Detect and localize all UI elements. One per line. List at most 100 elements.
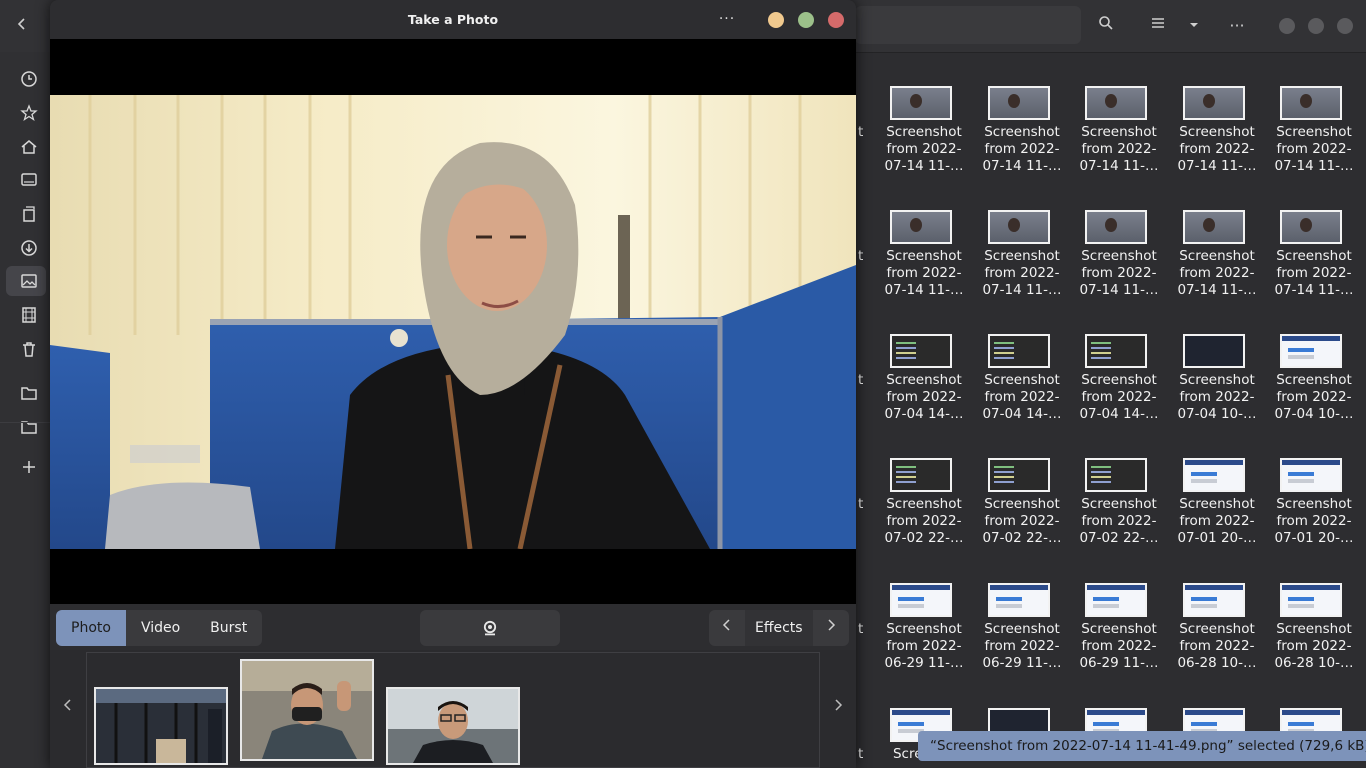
file-item[interactable]: Screenshot from 2022-06-28 10-… bbox=[1266, 557, 1362, 671]
effects-switcher: Effects bbox=[709, 610, 849, 646]
file-item[interactable]: Screenshot from 2022-07-14 11-… bbox=[1266, 60, 1362, 174]
files-close-button[interactable] bbox=[1337, 18, 1353, 34]
file-item[interactable]: Screenshot from 2022-07-14 11-… bbox=[1169, 184, 1265, 298]
sidebar-item[interactable] bbox=[6, 412, 46, 442]
file-item[interactable]: Screenshot from 2022-07-14 11-… bbox=[1071, 60, 1167, 174]
mode-switcher: Photo Video Burst bbox=[56, 610, 263, 646]
file-name: Screenshot from 2022-06-28 10-… bbox=[1177, 621, 1257, 671]
list-view-button[interactable] bbox=[1146, 14, 1170, 38]
file-item[interactable]: Screenshot from 2022-07-14 11-… bbox=[876, 60, 972, 174]
file-item[interactable]: Screenshot from 2022-07-14 11-… bbox=[1071, 184, 1167, 298]
back-button[interactable] bbox=[10, 14, 34, 38]
documents-icon bbox=[23, 206, 35, 222]
view-options-button[interactable] bbox=[1182, 14, 1206, 38]
video-mode-button[interactable]: Video bbox=[126, 610, 195, 646]
file-item[interactable]: Screenshot from 2022-07-14 11-… bbox=[974, 60, 1070, 174]
sidebar-item[interactable] bbox=[6, 199, 46, 229]
file-item[interactable]: Screenshot from 2022-07-14 11-… bbox=[876, 184, 972, 298]
close-button[interactable] bbox=[828, 12, 844, 28]
file-thumbnail bbox=[988, 458, 1050, 492]
file-item[interactable]: Screenshot from 2022-07-04 10-… bbox=[1169, 308, 1265, 422]
file-name: Screenshot from 2022-07-14 11-… bbox=[982, 248, 1062, 298]
file-item[interactable]: Screenshot from 2022-06-29 11-… bbox=[1071, 557, 1167, 671]
file-item[interactable]: Screenshot from 2022-07-02 22-… bbox=[974, 432, 1070, 546]
sidebar-item[interactable] bbox=[6, 300, 46, 330]
file-item[interactable]: Screenshot from 2022-07-04 14-… bbox=[974, 308, 1070, 422]
files-maximize-button[interactable] bbox=[1308, 18, 1324, 34]
camera-preview bbox=[50, 95, 856, 549]
photo-thumbnail-selected[interactable] bbox=[240, 659, 374, 761]
maximize-button[interactable] bbox=[798, 12, 814, 28]
selection-status: “Screenshot from 2022-07-14 11-41-49.png… bbox=[918, 731, 1366, 761]
file-thumbnail bbox=[1183, 458, 1245, 492]
files-minimize-button[interactable] bbox=[1279, 18, 1295, 34]
file-name: Screenshot from 2022-07-14 11-… bbox=[1079, 124, 1159, 174]
photo-thumbnail[interactable] bbox=[386, 687, 520, 765]
sidebar-item[interactable] bbox=[6, 334, 46, 364]
take-photo-button[interactable] bbox=[420, 610, 560, 646]
sidebar-item[interactable] bbox=[6, 165, 46, 195]
sidebar-item[interactable] bbox=[6, 233, 46, 263]
file-item[interactable]: Screenshot from 2022-07-14 11-… bbox=[1266, 184, 1362, 298]
strip-prev-button[interactable] bbox=[58, 696, 78, 720]
file-name: Screenshot from 2022-07-04 14-… bbox=[884, 372, 964, 422]
minimize-button[interactable] bbox=[768, 12, 784, 28]
file-item[interactable]: Screenshot from 2022-06-29 11-… bbox=[876, 557, 972, 671]
file-name: Screenshot from 2022-07-14 11-… bbox=[1274, 124, 1354, 174]
file-item[interactable]: Screenshot from 2022-06-28 10-… bbox=[1169, 557, 1265, 671]
path-bar[interactable] bbox=[855, 6, 1081, 44]
sidebar-item[interactable] bbox=[6, 98, 46, 128]
file-item[interactable]: Screenshot from 2022-06-29 11-… bbox=[974, 557, 1070, 671]
file-name: Screenshot from 2022-07-14 11-… bbox=[884, 124, 964, 174]
effects-prev-button[interactable] bbox=[709, 610, 745, 646]
file-name: Screenshot from 2022-07-01 20-… bbox=[1274, 496, 1354, 546]
sidebar-item[interactable] bbox=[6, 266, 46, 296]
clipped-file-name: t bbox=[858, 621, 864, 637]
strip-next-button[interactable] bbox=[828, 696, 848, 720]
sidebar-item[interactable] bbox=[6, 132, 46, 162]
file-item[interactable]: Screenshot from 2022-07-04 14-… bbox=[1071, 308, 1167, 422]
file-name: Screenshot from 2022-06-29 11-… bbox=[884, 621, 964, 671]
chevron-right-icon bbox=[835, 699, 843, 711]
file-name: Screenshot from 2022-07-02 22-… bbox=[1079, 496, 1159, 546]
file-thumbnail bbox=[890, 583, 952, 617]
file-item[interactable]: Screenshot from 2022-07-02 22-… bbox=[876, 432, 972, 546]
sidebar-item[interactable] bbox=[6, 452, 46, 482]
file-thumbnail bbox=[988, 583, 1050, 617]
file-item[interactable]: Screenshot from 2022-07-01 20-… bbox=[1169, 432, 1265, 546]
photo-thumbnail[interactable] bbox=[94, 687, 228, 765]
file-item[interactable]: Screenshot from 2022-07-04 14-… bbox=[876, 308, 972, 422]
file-thumbnail bbox=[1085, 334, 1147, 368]
file-item[interactable]: Screenshot from 2022-07-14 11-… bbox=[974, 184, 1070, 298]
chevron-down-icon bbox=[1190, 23, 1198, 27]
file-item[interactable]: Screenshot from 2022-07-01 20-… bbox=[1266, 432, 1362, 546]
sidebar-item[interactable] bbox=[6, 64, 46, 94]
file-name: Screenshot from 2022-07-02 22-… bbox=[884, 496, 964, 546]
clipped-file-name: t bbox=[858, 746, 864, 762]
photo-mode-button[interactable]: Photo bbox=[56, 610, 126, 646]
sidebar-separator bbox=[0, 422, 52, 423]
file-thumbnail bbox=[1183, 583, 1245, 617]
camera-viewport bbox=[50, 39, 856, 604]
effects-button[interactable]: Effects bbox=[745, 610, 813, 646]
effects-next-button[interactable] bbox=[813, 610, 849, 646]
file-item[interactable]: Screenshot from 2022-07-04 10-… bbox=[1266, 308, 1362, 422]
file-name: Screenshot from 2022-06-29 11-… bbox=[1079, 621, 1159, 671]
file-item[interactable]: Screenshot from 2022-07-02 22-… bbox=[1071, 432, 1167, 546]
clipped-file-name: t bbox=[858, 248, 864, 264]
clock-icon bbox=[21, 71, 37, 87]
home-icon bbox=[21, 140, 37, 154]
sidebar-item[interactable] bbox=[6, 378, 46, 408]
files-menu-button[interactable]: ··· bbox=[1225, 14, 1249, 38]
cheese-menu-button[interactable]: ··· bbox=[716, 9, 738, 31]
search-button[interactable] bbox=[1094, 14, 1118, 38]
file-name: Screenshot from 2022-07-01 20-… bbox=[1177, 496, 1257, 546]
pictures-icon bbox=[21, 274, 37, 288]
burst-mode-button[interactable]: Burst bbox=[195, 610, 262, 646]
camera-feed-image bbox=[50, 95, 856, 549]
file-thumbnail bbox=[890, 458, 952, 492]
file-item[interactable]: Screenshot from 2022-07-14 11-… bbox=[1169, 60, 1265, 174]
file-name: Screenshot from 2022-07-14 11-… bbox=[1177, 248, 1257, 298]
trash-icon bbox=[23, 342, 35, 357]
file-thumbnail bbox=[890, 86, 952, 120]
